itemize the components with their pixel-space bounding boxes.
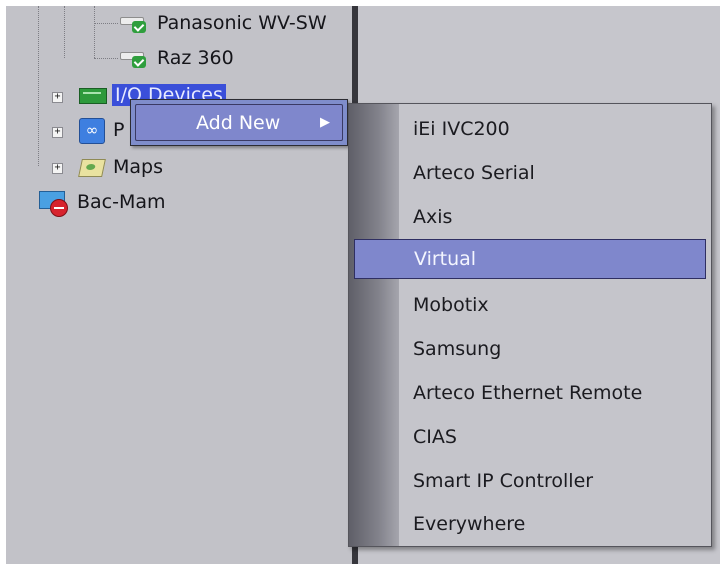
context-menu: Add New ▶ <box>130 99 348 146</box>
menu-item-add-new[interactable]: Add New ▶ <box>135 104 343 141</box>
tree-connector <box>38 6 39 166</box>
submenu-item-mobotix[interactable]: Mobotix <box>354 285 706 325</box>
submenu-item-virtual[interactable]: Virtual <box>354 239 706 279</box>
submenu-item-smart-ip-controller[interactable]: Smart IP Controller <box>354 461 706 501</box>
tree-item-label: Raz 360 <box>157 47 234 69</box>
tree-item-server[interactable]: Bac-Mam <box>38 189 169 217</box>
submenu-item-iei-ivc200[interactable]: iEi IVC200 <box>354 109 706 149</box>
tree-connector <box>94 23 118 24</box>
submenu-item-label: Mobotix <box>413 294 489 316</box>
submenu-item-samsung[interactable]: Samsung <box>354 329 706 369</box>
tree-item-label: Bac-Mam <box>77 191 166 213</box>
submenu-item-label: Virtual <box>414 248 477 270</box>
submenu-item-label: iEi IVC200 <box>413 118 510 140</box>
tree-item-camera[interactable]: Panasonic WV-SW <box>118 11 330 35</box>
menu-item-label: Add New <box>196 111 281 134</box>
submenu-arrow-icon: ▶ <box>320 115 330 130</box>
add-new-submenu: iEi IVC200 Arteco Serial Axis Virtual Mo… <box>348 103 712 547</box>
submenu-item-label: Smart IP Controller <box>413 470 594 492</box>
tree-connector <box>94 58 118 59</box>
submenu-item-label: Axis <box>413 206 453 228</box>
map-icon <box>78 156 106 178</box>
link-icon: ∞ <box>78 117 106 144</box>
tree-item-links[interactable]: ∞ P <box>78 117 127 144</box>
tree-connector <box>64 6 65 58</box>
tree-item-label: Panasonic WV-SW <box>157 12 327 34</box>
io-board-icon <box>78 84 108 106</box>
tree-item-label: P <box>113 119 125 141</box>
tree-item-maps[interactable]: Maps <box>78 155 166 179</box>
tree-item-camera[interactable]: Raz 360 <box>118 46 237 70</box>
tree-item-label: Maps <box>113 156 163 178</box>
server-offline-icon <box>38 189 70 217</box>
submenu-item-label: Samsung <box>413 338 502 360</box>
submenu-item-label: Everywhere <box>413 513 526 535</box>
submenu-item-arteco-ethernet-remote[interactable]: Arteco Ethernet Remote <box>354 373 706 413</box>
submenu-item-label: Arteco Ethernet Remote <box>413 382 643 404</box>
submenu-item-label: CIAS <box>413 426 457 448</box>
camera-ok-icon <box>118 12 148 34</box>
device-tree-panel: Panasonic WV-SW Raz 360 + I/O Devices + … <box>6 6 352 564</box>
submenu-item-label: Arteco Serial <box>413 162 535 184</box>
expand-toggle-icon[interactable]: + <box>52 127 63 138</box>
tree-connector <box>94 6 95 58</box>
submenu-item-cias[interactable]: CIAS <box>354 417 706 457</box>
camera-ok-icon <box>118 47 148 69</box>
submenu-item-arteco-serial[interactable]: Arteco Serial <box>354 153 706 193</box>
submenu-item-everywhere[interactable]: Everywhere <box>354 504 706 544</box>
expand-toggle-icon[interactable]: + <box>52 92 63 103</box>
submenu-item-axis[interactable]: Axis <box>354 197 706 237</box>
expand-toggle-icon[interactable]: + <box>52 163 63 174</box>
